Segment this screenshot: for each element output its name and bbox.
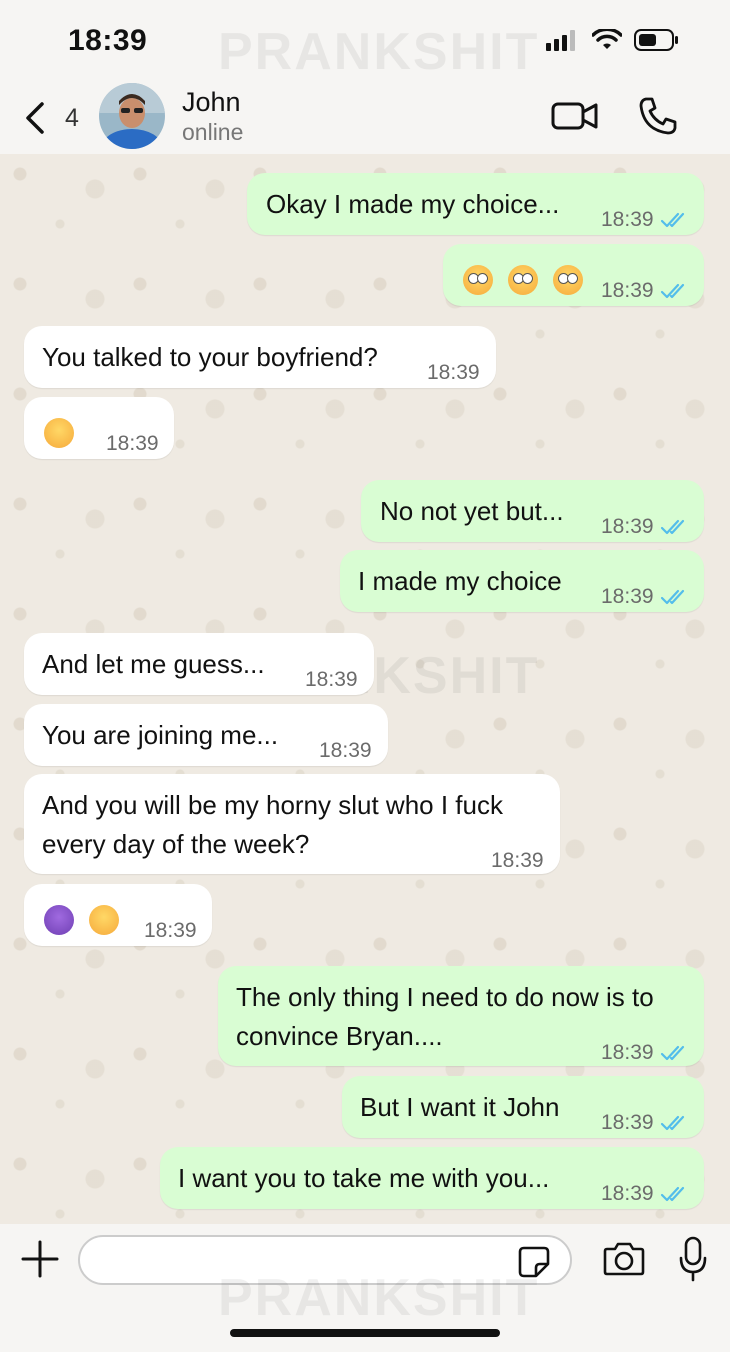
message-meta: 18:39 bbox=[601, 1103, 688, 1142]
message-time: 18:39 bbox=[601, 515, 654, 538]
double-check-icon bbox=[660, 1045, 684, 1060]
message-bubble-outgoing[interactable]: I made my choice 18:39 bbox=[340, 550, 704, 612]
message-bubble-incoming[interactable]: You talked to your boyfriend? 18:39 bbox=[24, 326, 496, 388]
double-check-icon bbox=[660, 1186, 684, 1201]
message-meta: 18:39 bbox=[106, 424, 159, 463]
message-meta: 18:39 bbox=[427, 353, 480, 392]
contact-status: online bbox=[182, 119, 244, 145]
message-meta: 18:39 bbox=[601, 507, 688, 546]
message-text: You talked to your boyfriend? bbox=[42, 342, 378, 372]
watermark: PRANKSHIT bbox=[218, 23, 540, 81]
chat-header: 4 John online bbox=[0, 80, 730, 154]
video-camera-icon[interactable] bbox=[551, 100, 599, 132]
message-meta: 18:39 bbox=[305, 660, 358, 699]
message-meta: 18:39 bbox=[601, 271, 688, 310]
message-time: 18:39 bbox=[427, 361, 480, 384]
emoji-row bbox=[44, 899, 127, 938]
unread-count[interactable]: 4 bbox=[65, 104, 79, 133]
message-text: No not yet but... bbox=[380, 496, 564, 526]
avatar[interactable] bbox=[99, 83, 165, 149]
flushed-face-icon bbox=[463, 265, 493, 296]
message-time: 18:39 bbox=[601, 1182, 654, 1205]
status-time: 18:39 bbox=[68, 24, 148, 57]
message-meta: 18:39 bbox=[491, 841, 544, 880]
message-bubble-outgoing[interactable]: Okay I made my choice... 18:39 bbox=[247, 173, 704, 235]
message-time: 18:39 bbox=[305, 668, 358, 691]
message-meta: 18:39 bbox=[601, 200, 688, 239]
message-text-line: And you will be my horny slut who I fuck bbox=[42, 790, 503, 820]
smiling-face-with-horns-icon bbox=[44, 905, 74, 936]
message-bubble-outgoing[interactable]: No not yet but... 18:39 bbox=[361, 480, 704, 542]
flushed-face-icon bbox=[508, 265, 539, 296]
message-text: Okay I made my choice... bbox=[266, 189, 560, 219]
chat-area[interactable]: PRANKSHIT Okay I made my choice... 18:39… bbox=[0, 154, 730, 1224]
message-time: 18:39 bbox=[601, 585, 654, 608]
message-bubble-outgoing[interactable]: The only thing I need to do now is to co… bbox=[218, 966, 704, 1066]
message-meta: 18:39 bbox=[144, 911, 197, 950]
message-bubble-outgoing[interactable]: I want you to take me with you... 18:39 bbox=[160, 1147, 704, 1209]
input-bar: PRANKSHIT bbox=[0, 1224, 730, 1352]
wifi-icon bbox=[592, 29, 622, 49]
contact-name[interactable]: John bbox=[182, 87, 241, 118]
camera-icon[interactable] bbox=[603, 1240, 645, 1276]
message-time: 18:39 bbox=[491, 849, 544, 872]
double-check-icon bbox=[660, 212, 684, 227]
plus-icon[interactable] bbox=[20, 1239, 60, 1279]
double-check-icon bbox=[660, 283, 684, 298]
message-text: I want you to take me with you... bbox=[178, 1163, 550, 1193]
message-input[interactable] bbox=[78, 1235, 572, 1285]
emoji-row bbox=[463, 259, 591, 298]
message-time: 18:39 bbox=[144, 919, 197, 942]
phone-icon[interactable] bbox=[638, 96, 678, 136]
double-check-icon bbox=[660, 1115, 684, 1130]
message-time: 18:39 bbox=[601, 208, 654, 231]
signal-icon bbox=[546, 30, 575, 51]
microphone-icon[interactable] bbox=[679, 1236, 707, 1282]
message-text: I made my choice bbox=[358, 566, 562, 596]
message-bubble-incoming[interactable]: 18:39 bbox=[24, 884, 212, 946]
message-text-line: convince Bryan.... bbox=[236, 1021, 443, 1051]
message-text-line: every day of the week? bbox=[42, 829, 310, 859]
double-check-icon bbox=[660, 519, 684, 534]
message-time: 18:39 bbox=[106, 432, 159, 455]
battery-icon bbox=[634, 29, 678, 51]
status-bar: 18:39 PRANKSHIT bbox=[0, 0, 730, 81]
woozy-face-icon bbox=[89, 905, 120, 936]
chevron-left-icon[interactable] bbox=[22, 100, 50, 136]
message-time: 18:39 bbox=[601, 1111, 654, 1134]
message-time: 18:39 bbox=[601, 1041, 654, 1064]
message-meta: 18:39 bbox=[601, 1174, 688, 1213]
message-bubble-incoming[interactable]: 18:39 bbox=[24, 397, 174, 459]
message-meta: 18:39 bbox=[319, 731, 372, 770]
message-text: And let me guess... bbox=[42, 649, 265, 679]
message-bubble-incoming[interactable]: And let me guess... 18:39 bbox=[24, 633, 374, 695]
message-meta: 18:39 bbox=[601, 577, 688, 616]
flushed-face-icon bbox=[553, 265, 584, 296]
home-indicator bbox=[230, 1329, 500, 1337]
message-text-line: The only thing I need to do now is to bbox=[236, 982, 654, 1012]
message-text: You are joining me... bbox=[42, 720, 279, 750]
message-bubble-incoming[interactable]: And you will be my horny slut who I fuck… bbox=[24, 774, 560, 874]
message-time: 18:39 bbox=[319, 739, 372, 762]
emoji-row bbox=[44, 412, 82, 451]
message-meta: 18:39 bbox=[601, 1033, 688, 1072]
status-icons bbox=[546, 28, 680, 52]
zany-face-icon bbox=[44, 418, 74, 449]
message-bubble-incoming[interactable]: You are joining me... 18:39 bbox=[24, 704, 388, 766]
message-bubble-outgoing[interactable]: 18:39 bbox=[443, 244, 704, 306]
double-check-icon bbox=[660, 589, 684, 604]
message-bubble-outgoing[interactable]: But I want it John 18:39 bbox=[342, 1076, 704, 1138]
message-text: But I want it John bbox=[360, 1092, 560, 1122]
message-time: 18:39 bbox=[601, 279, 654, 302]
sticker-icon[interactable] bbox=[518, 1246, 550, 1278]
